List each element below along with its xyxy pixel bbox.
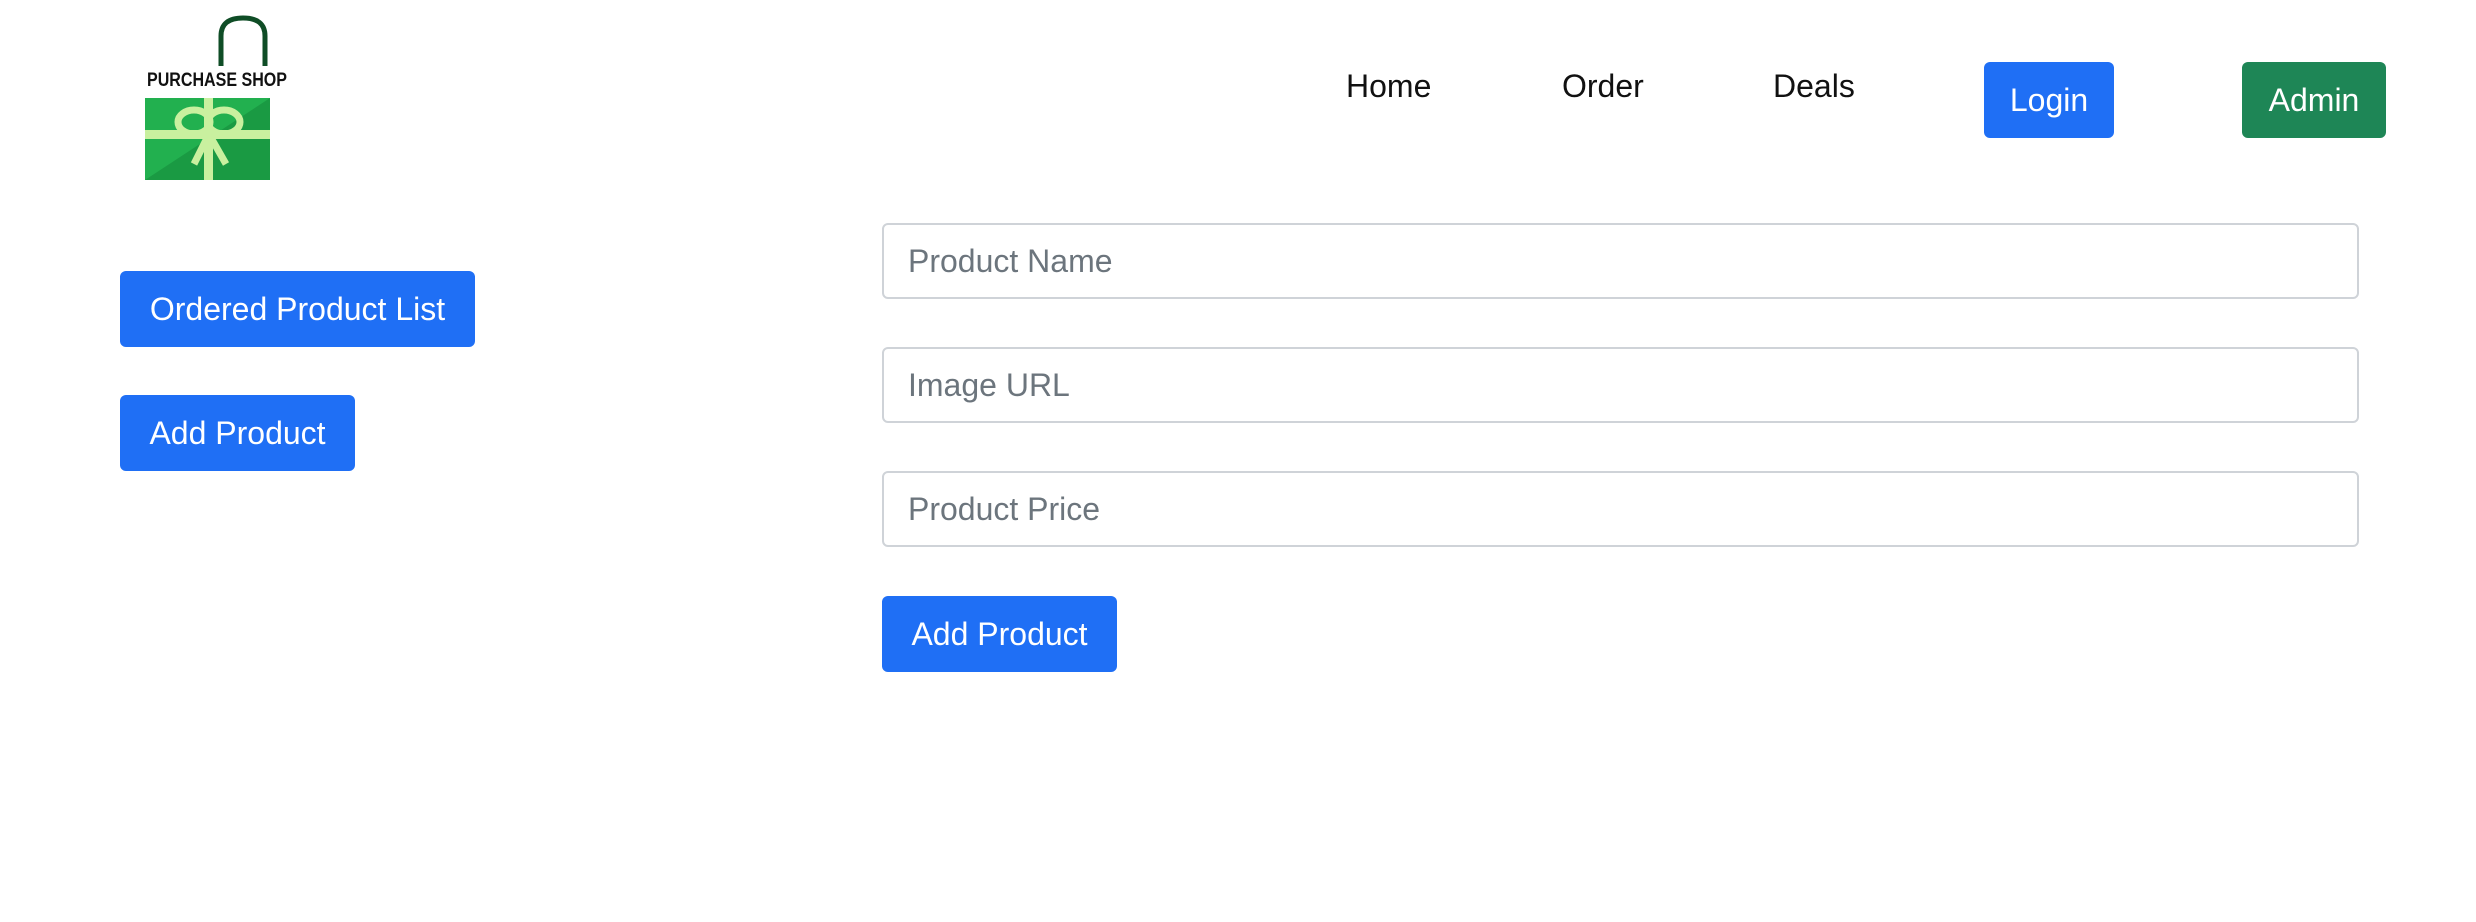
nav-order-link[interactable]: Order (1562, 66, 1644, 106)
admin-button[interactable]: Admin (2242, 62, 2386, 138)
svg-text:PURCHASE SHOP: PURCHASE SHOP (147, 70, 287, 91)
product-price-input[interactable] (882, 471, 2359, 547)
page: PURCHASE SHOP Home Order Deals Login Adm… (0, 0, 2476, 922)
nav-home-link[interactable]: Home (1346, 66, 1431, 106)
image-url-input[interactable] (882, 347, 2359, 423)
product-name-input[interactable] (882, 223, 2359, 299)
purchase-shop-logo[interactable]: PURCHASE SHOP (144, 14, 290, 184)
add-product-submit-button[interactable]: Add Product (882, 596, 1117, 672)
sidebar-add-product-button[interactable]: Add Product (120, 395, 355, 471)
nav-deals-link[interactable]: Deals (1773, 66, 1855, 106)
shopping-bag-logo-icon: PURCHASE SHOP (145, 15, 287, 180)
ordered-product-list-button[interactable]: Ordered Product List (120, 271, 475, 347)
login-button[interactable]: Login (1984, 62, 2114, 138)
